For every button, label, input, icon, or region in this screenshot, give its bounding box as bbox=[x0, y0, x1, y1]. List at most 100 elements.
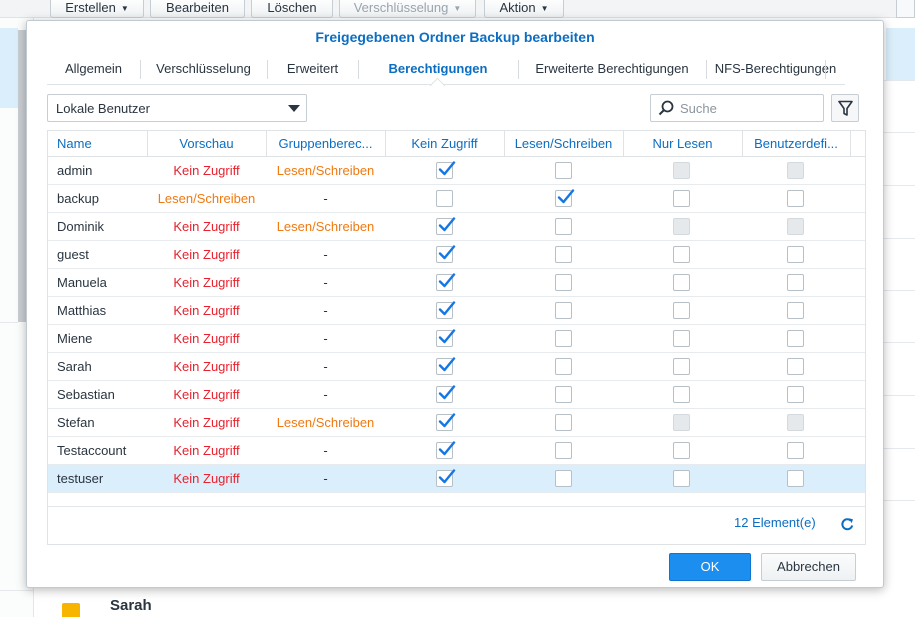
custom-checkbox[interactable] bbox=[787, 470, 804, 487]
user-type-select[interactable]: Lokale Benutzer bbox=[47, 94, 307, 122]
create-button-label: Erstellen bbox=[65, 0, 116, 15]
encryption-menu-button[interactable]: Verschlüsselung ▼ bbox=[339, 0, 476, 18]
background-list-item[interactable]: Sarah bbox=[110, 597, 152, 614]
left-selected-item[interactable] bbox=[0, 28, 18, 108]
custom-checkbox[interactable] bbox=[787, 386, 804, 403]
table-row[interactable]: Dominik Kein Zugriff Lesen/Schreiben bbox=[48, 213, 865, 241]
table-row[interactable]: Matthias Kein Zugriff - bbox=[48, 297, 865, 325]
chevron-down-icon: ▼ bbox=[120, 4, 129, 14]
no-access-checkbox[interactable] bbox=[436, 301, 456, 319]
read-only-checkbox[interactable] bbox=[673, 470, 690, 487]
column-header-custom[interactable]: Benutzerdefi... bbox=[742, 131, 850, 157]
read-only-checkbox[interactable] bbox=[673, 274, 690, 291]
table-row[interactable]: Miene Kein Zugriff - bbox=[48, 325, 865, 353]
read-only-checkbox[interactable] bbox=[673, 330, 690, 347]
table-row[interactable]: backup Lesen/Schreiben - bbox=[48, 185, 865, 213]
no-access-checkbox[interactable] bbox=[436, 217, 456, 235]
tab-divider bbox=[825, 60, 826, 79]
table-row[interactable]: Sarah Kein Zugriff - bbox=[48, 353, 865, 381]
refresh-icon[interactable] bbox=[840, 517, 855, 532]
custom-checkbox[interactable] bbox=[787, 302, 804, 319]
column-header-name[interactable]: Name bbox=[48, 131, 147, 157]
no-access-checkbox[interactable] bbox=[436, 385, 456, 403]
create-button[interactable]: Erstellen ▼ bbox=[50, 0, 144, 18]
no-access-checkbox[interactable] bbox=[436, 413, 456, 431]
read-write-checkbox[interactable] bbox=[555, 386, 572, 403]
filter-icon[interactable] bbox=[896, 0, 915, 18]
no-access-checkbox[interactable] bbox=[436, 329, 456, 347]
read-write-checkbox[interactable] bbox=[555, 470, 572, 487]
read-only-checkbox[interactable] bbox=[673, 386, 690, 403]
read-write-checkbox[interactable] bbox=[555, 442, 572, 459]
read-write-checkbox[interactable] bbox=[555, 218, 572, 235]
column-header-read-only[interactable]: Nur Lesen bbox=[623, 131, 742, 157]
read-write-checkbox[interactable] bbox=[555, 414, 572, 431]
read-write-checkbox[interactable] bbox=[555, 246, 572, 263]
table-row[interactable]: guest Kein Zugriff - bbox=[48, 241, 865, 269]
column-header-group-permissions[interactable]: Gruppenberec... bbox=[266, 131, 385, 157]
checkmark-icon bbox=[438, 161, 456, 176]
search-field[interactable] bbox=[650, 94, 824, 122]
read-only-checkbox[interactable] bbox=[673, 442, 690, 459]
preview-permission-cell: Kein Zugriff bbox=[173, 163, 240, 178]
left-scrollbar[interactable] bbox=[18, 30, 26, 322]
tab-advanced-permissions[interactable]: Erweiterte Berechtigungen bbox=[518, 54, 706, 84]
filter-button[interactable] bbox=[831, 94, 859, 122]
read-write-checkbox[interactable] bbox=[555, 162, 572, 179]
read-only-checkbox[interactable] bbox=[673, 358, 690, 375]
custom-checkbox[interactable] bbox=[787, 246, 804, 263]
action-menu-label: Aktion bbox=[499, 0, 536, 15]
custom-checkbox[interactable] bbox=[787, 442, 804, 459]
no-access-checkbox[interactable] bbox=[436, 357, 456, 375]
cancel-button[interactable]: Abbrechen bbox=[761, 553, 856, 581]
tab-advanced[interactable]: Erweitert bbox=[267, 54, 358, 84]
search-input[interactable] bbox=[680, 98, 818, 118]
no-access-checkbox[interactable] bbox=[436, 273, 456, 291]
no-access-checkbox[interactable] bbox=[436, 245, 456, 263]
chevron-down-icon: ▼ bbox=[453, 4, 462, 14]
table-row[interactable]: Sebastian Kein Zugriff - bbox=[48, 381, 865, 409]
read-write-checkbox[interactable] bbox=[555, 330, 572, 347]
action-menu-button[interactable]: Aktion ▼ bbox=[484, 0, 564, 18]
preview-permission-cell: Kein Zugriff bbox=[173, 415, 240, 430]
read-only-checkbox bbox=[673, 414, 690, 431]
table-row[interactable]: Manuela Kein Zugriff - bbox=[48, 269, 865, 297]
custom-checkbox[interactable] bbox=[787, 190, 804, 207]
read-write-checkbox[interactable] bbox=[555, 274, 572, 291]
custom-checkbox[interactable] bbox=[787, 358, 804, 375]
read-only-checkbox[interactable] bbox=[673, 246, 690, 263]
no-access-checkbox[interactable] bbox=[436, 441, 456, 459]
read-only-checkbox[interactable] bbox=[673, 190, 690, 207]
custom-checkbox[interactable] bbox=[787, 330, 804, 347]
ok-button[interactable]: OK bbox=[669, 553, 751, 581]
delete-button[interactable]: Löschen bbox=[251, 0, 333, 18]
read-only-checkbox[interactable] bbox=[673, 302, 690, 319]
tab-general[interactable]: Allgemein bbox=[47, 54, 140, 84]
tab-label: Verschlüsselung bbox=[156, 61, 251, 76]
table-row[interactable]: testuser Kein Zugriff - bbox=[48, 465, 865, 493]
checkmark-icon bbox=[438, 469, 456, 484]
table-row[interactable]: admin Kein Zugriff Lesen/Schreiben bbox=[48, 157, 865, 185]
tab-permissions[interactable]: Berechtigungen bbox=[358, 54, 518, 84]
checkmark-icon bbox=[438, 413, 456, 428]
tab-encryption[interactable]: Verschlüsselung bbox=[140, 54, 267, 84]
edit-button[interactable]: Bearbeiten bbox=[150, 0, 245, 18]
column-header-no-access[interactable]: Kein Zugriff bbox=[385, 131, 504, 157]
table-row[interactable]: Stefan Kein Zugriff Lesen/Schreiben bbox=[48, 409, 865, 437]
column-header-preview[interactable]: Vorschau bbox=[147, 131, 266, 157]
read-write-checkbox[interactable] bbox=[555, 302, 572, 319]
no-access-checkbox[interactable] bbox=[436, 161, 456, 179]
grid-header: Name Vorschau Gruppenberec... Kein Zugri… bbox=[48, 130, 865, 157]
main-toolbar: Erstellen ▼ Bearbeiten Löschen Verschlüss… bbox=[0, 0, 915, 18]
divider bbox=[884, 238, 915, 239]
selected-folder-row[interactable] bbox=[886, 28, 915, 80]
read-write-checkbox[interactable] bbox=[555, 358, 572, 375]
table-row[interactable]: Testaccount Kein Zugriff - bbox=[48, 437, 865, 465]
no-access-checkbox[interactable] bbox=[436, 190, 453, 207]
no-access-checkbox[interactable] bbox=[436, 469, 456, 487]
user-name-cell: Manuela bbox=[57, 275, 107, 290]
column-header-read-write[interactable]: Lesen/Schreiben bbox=[504, 131, 623, 157]
group-permission-cell: Lesen/Schreiben bbox=[276, 415, 375, 430]
custom-checkbox[interactable] bbox=[787, 274, 804, 291]
read-write-checkbox[interactable] bbox=[555, 189, 575, 207]
